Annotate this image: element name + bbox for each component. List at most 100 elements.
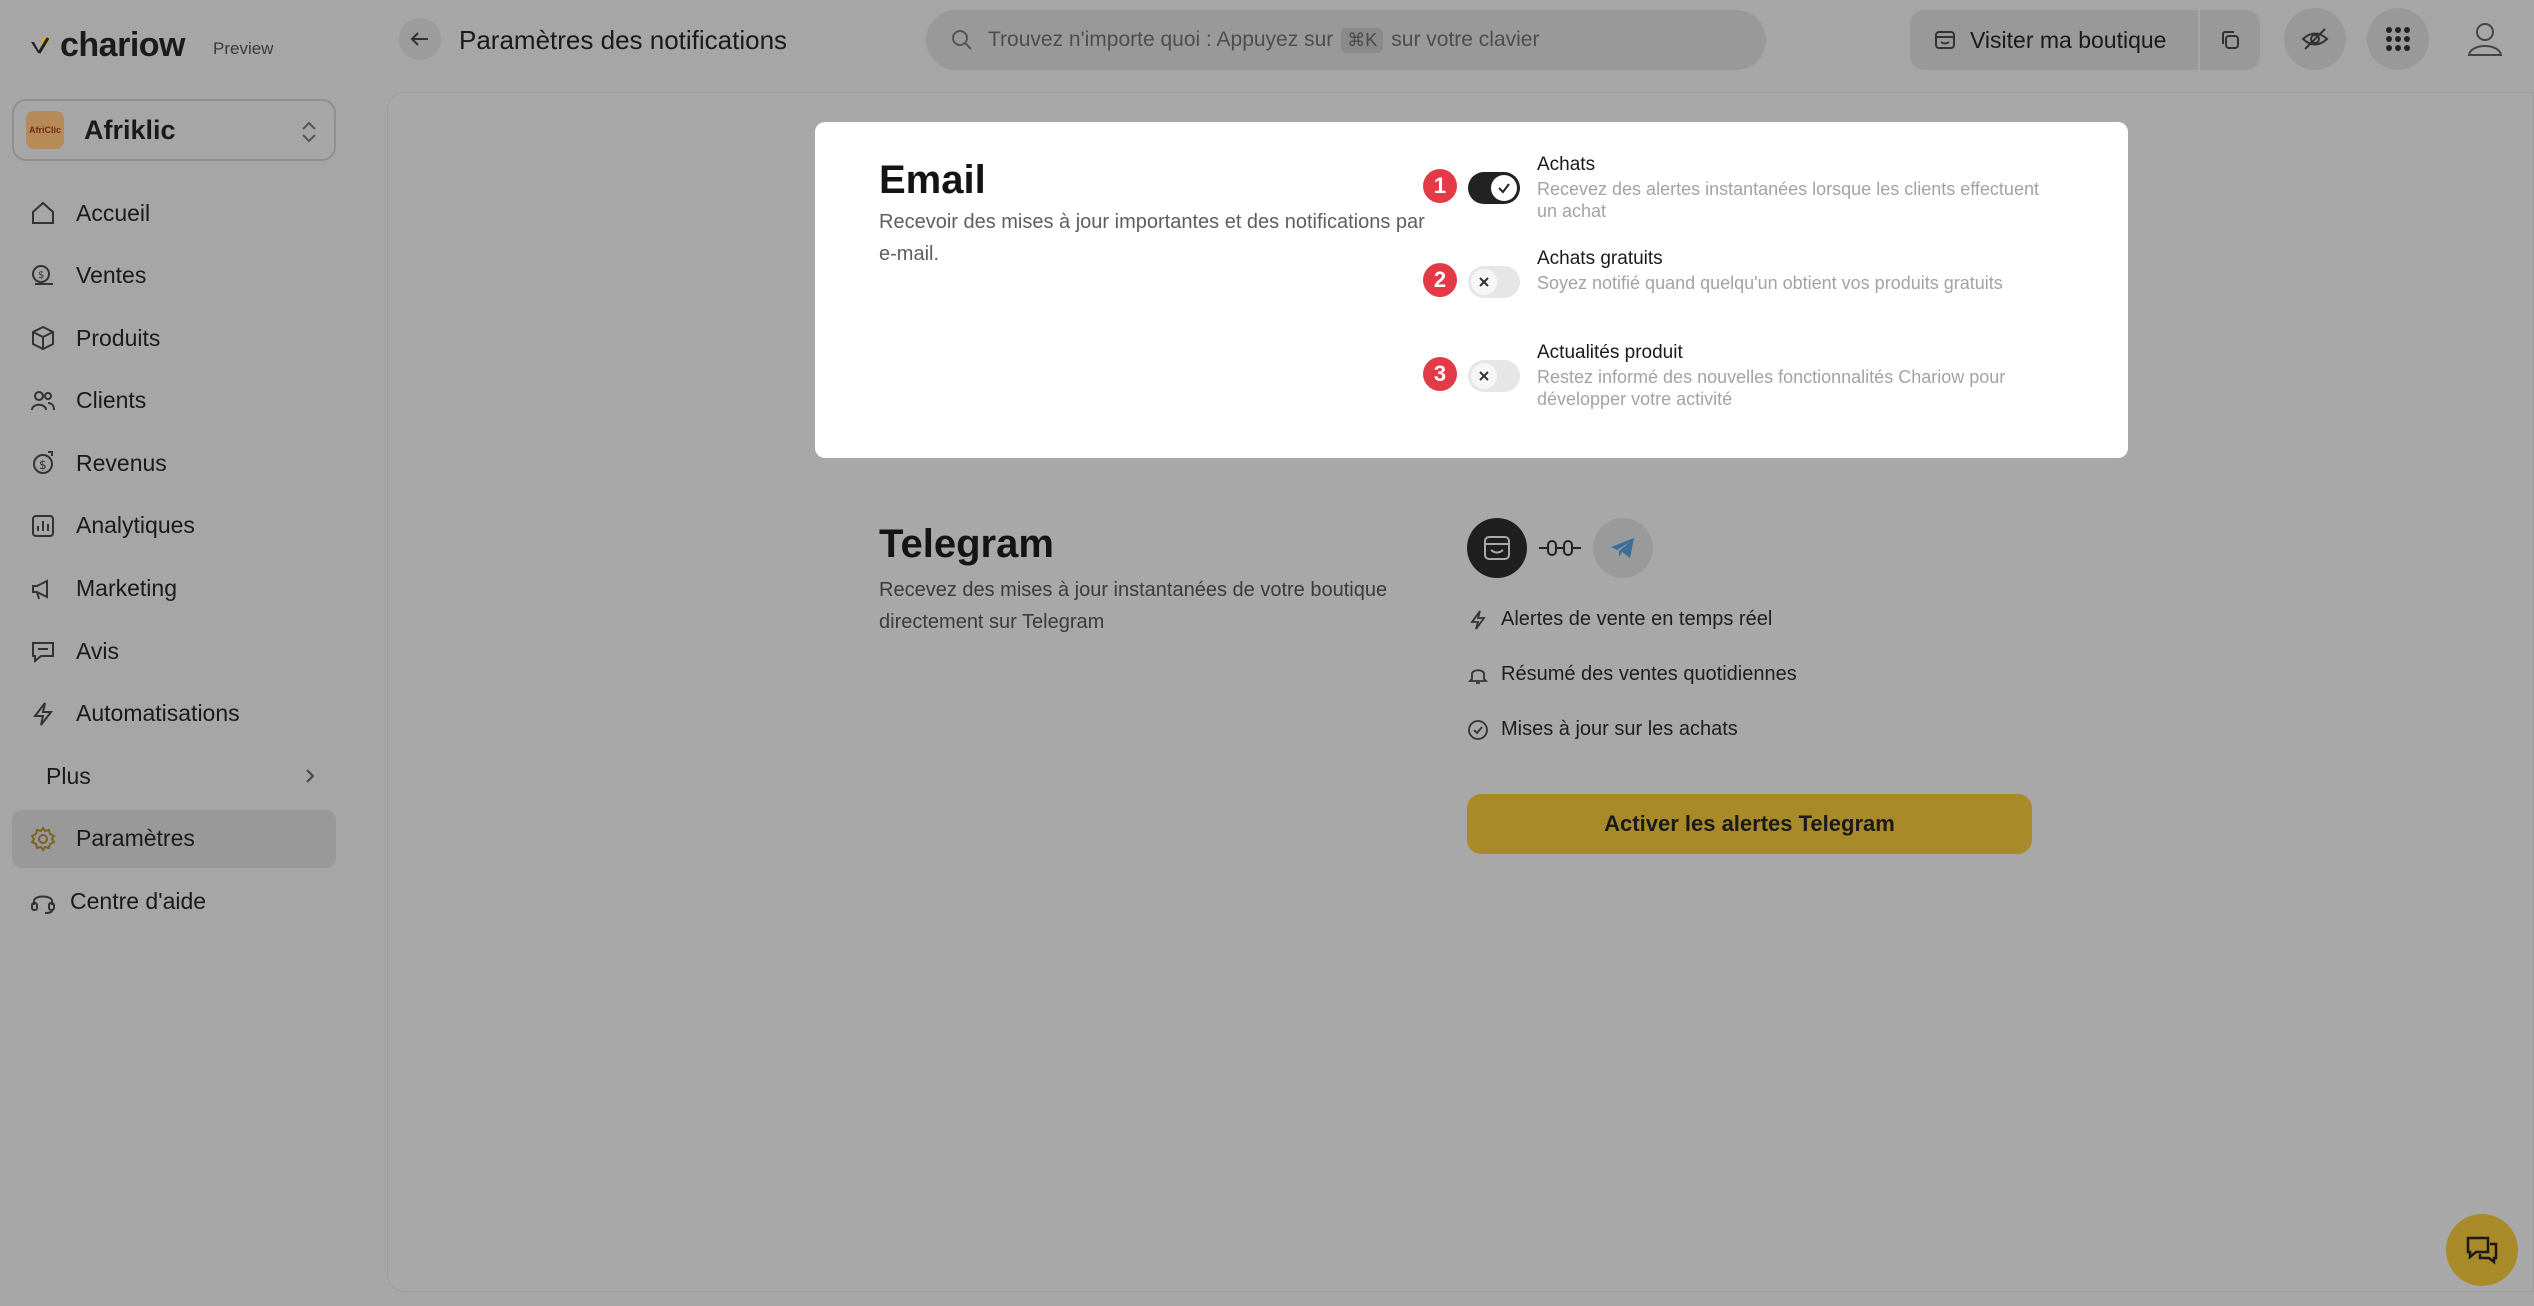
option-title: Achats gratuits xyxy=(1537,248,1663,269)
user-menu-button[interactable] xyxy=(2454,8,2516,70)
brand-name: chariow xyxy=(60,26,185,64)
gear-icon xyxy=(28,824,58,854)
sidebar-item-avis[interactable]: Avis xyxy=(12,622,336,680)
sidebar-item-plus[interactable]: Plus xyxy=(12,747,336,805)
telegram-icon xyxy=(1593,518,1653,578)
sidebar: chariow Preview AfriClic Afriklic Accuei… xyxy=(0,0,350,1306)
chevron-updown-icon xyxy=(302,121,316,143)
toggle-knob xyxy=(1471,363,1497,389)
sidebar-item-help[interactable]: Centre d'aide xyxy=(12,873,336,931)
toggle-knob xyxy=(1471,269,1497,295)
toggle-knob xyxy=(1491,175,1517,201)
sidebar-item-label: Analytiques xyxy=(76,512,195,539)
chariow-logo[interactable]: chariow Preview xyxy=(28,26,273,65)
store-icon xyxy=(1935,31,1955,49)
x-icon xyxy=(1479,371,1489,381)
option-title: Actualités produit xyxy=(1537,342,1683,363)
search-input[interactable]: Trouvez n'importe quoi : Appuyez sur ⌘K … xyxy=(926,10,1766,70)
sidebar-item-label: Accueil xyxy=(76,199,151,226)
bolt-icon xyxy=(28,699,58,729)
sidebar-item-label: Centre d'aide xyxy=(70,888,207,915)
revenue-icon: $ xyxy=(28,448,58,478)
headset-icon xyxy=(28,887,58,917)
search-placeholder: Trouvez n'importe quoi : Appuyez sur ⌘K … xyxy=(988,27,1540,53)
toggle-achats-gratuits[interactable] xyxy=(1468,266,1520,298)
telegram-feature: Mises à jour sur les achats xyxy=(1467,718,1738,741)
sidebar-item-revenus[interactable]: $ Revenus xyxy=(12,434,336,492)
svg-text:$: $ xyxy=(39,458,47,472)
option-description: Soyez notifié quand quelqu'un obtient vo… xyxy=(1537,273,2003,293)
apps-button[interactable] xyxy=(2367,8,2429,70)
email-section-description: Recevoir des mises à jour importantes et… xyxy=(879,211,1425,265)
grid-icon xyxy=(2386,27,2410,51)
store-avatar: AfriClic xyxy=(26,111,64,149)
back-button[interactable] xyxy=(399,18,441,60)
link-icon xyxy=(1535,518,1585,578)
sidebar-item-accueil[interactable]: Accueil xyxy=(12,184,336,242)
arrow-left-icon xyxy=(410,32,428,46)
box-icon xyxy=(28,323,58,353)
feature-label: Résumé des ventes quotidiennes xyxy=(1501,663,1797,685)
sidebar-nav: Accueil $ Ventes Produits Clients $ Reve… xyxy=(12,184,336,935)
message-icon xyxy=(28,636,58,666)
store-icon xyxy=(1467,518,1527,578)
money-icon: $ xyxy=(28,261,58,291)
telegram-section-description: Recevez des mises à jour instantanées de… xyxy=(879,579,1388,633)
sidebar-item-clients[interactable]: Clients xyxy=(12,372,336,430)
sidebar-item-label: Ventes xyxy=(76,262,147,289)
megaphone-icon xyxy=(28,574,58,604)
sidebar-item-label: Avis xyxy=(76,637,120,664)
sidebar-item-analytiques[interactable]: Analytiques xyxy=(12,497,336,555)
activate-telegram-button[interactable]: Activer les alertes Telegram xyxy=(1467,794,2032,854)
telegram-feature: Résumé des ventes quotidiennes xyxy=(1467,663,1797,686)
svg-text:$: $ xyxy=(38,270,44,281)
step-badge: 1 xyxy=(1423,169,1457,203)
support-chat-button[interactable] xyxy=(2446,1214,2518,1286)
email-section-title: Email xyxy=(879,158,986,202)
toggle-achats[interactable] xyxy=(1468,172,1520,204)
sidebar-item-marketing[interactable]: Marketing xyxy=(12,560,336,618)
users-icon xyxy=(28,386,58,416)
step-badge: 2 xyxy=(1423,263,1457,297)
sidebar-item-label: Paramètres xyxy=(76,825,195,852)
chevron-right-icon xyxy=(306,769,315,784)
chat-icon xyxy=(2466,1236,2498,1265)
check-circle-icon xyxy=(1468,719,1488,740)
bolt-icon xyxy=(1470,609,1486,630)
sidebar-item-label: Marketing xyxy=(76,575,177,602)
toggle-actualites-produit[interactable] xyxy=(1468,360,1520,392)
feature-label: Mises à jour sur les achats xyxy=(1501,718,1738,740)
sidebar-item-label: Plus xyxy=(46,762,91,789)
logo-mark-icon xyxy=(31,36,50,54)
sidebar-item-ventes[interactable]: $ Ventes xyxy=(12,247,336,305)
preview-badge: Preview xyxy=(212,38,274,58)
telegram-connection-illustration xyxy=(1467,518,1653,578)
home-icon xyxy=(28,198,58,228)
search-prefix: Trouvez n'importe quoi : Appuyez sur xyxy=(988,28,1334,51)
feature-label: Alertes de vente en temps réel xyxy=(1501,608,1773,630)
hide-preview-button[interactable] xyxy=(2284,8,2346,70)
telegram-section-title: Telegram xyxy=(879,522,1054,566)
shortcut-key: ⌘K xyxy=(1341,27,1384,53)
sidebar-item-label: Revenus xyxy=(76,449,167,476)
visit-store-button[interactable]: Visiter ma boutique xyxy=(1910,10,2198,70)
store-switcher[interactable]: AfriClic Afriklic xyxy=(12,99,336,161)
copy-link-button[interactable] xyxy=(2200,10,2260,70)
sidebar-item-produits[interactable]: Produits xyxy=(12,309,336,367)
sidebar-item-label: Automatisations xyxy=(76,700,240,727)
sidebar-item-parametres[interactable]: Paramètres xyxy=(12,809,336,868)
eye-off-icon xyxy=(2301,28,2329,50)
check-icon xyxy=(1498,183,1510,194)
user-icon xyxy=(2467,23,2503,56)
sidebar-item-label: Clients xyxy=(76,387,147,414)
search-icon xyxy=(952,30,972,50)
search-suffix: sur votre clavier xyxy=(1391,28,1540,51)
step-badge: 3 xyxy=(1423,357,1457,391)
telegram-feature: Alertes de vente en temps réel xyxy=(1467,608,1772,631)
visit-store-label: Visiter ma boutique xyxy=(1970,26,2167,53)
sidebar-item-automatisations[interactable]: Automatisations xyxy=(12,685,336,743)
copy-icon xyxy=(2222,31,2239,49)
option-title: Achats xyxy=(1537,154,1596,175)
option-description: Restez informé des nouvelles fonctionnal… xyxy=(1537,367,2006,409)
page-title: Paramètres des notifications xyxy=(459,25,788,55)
